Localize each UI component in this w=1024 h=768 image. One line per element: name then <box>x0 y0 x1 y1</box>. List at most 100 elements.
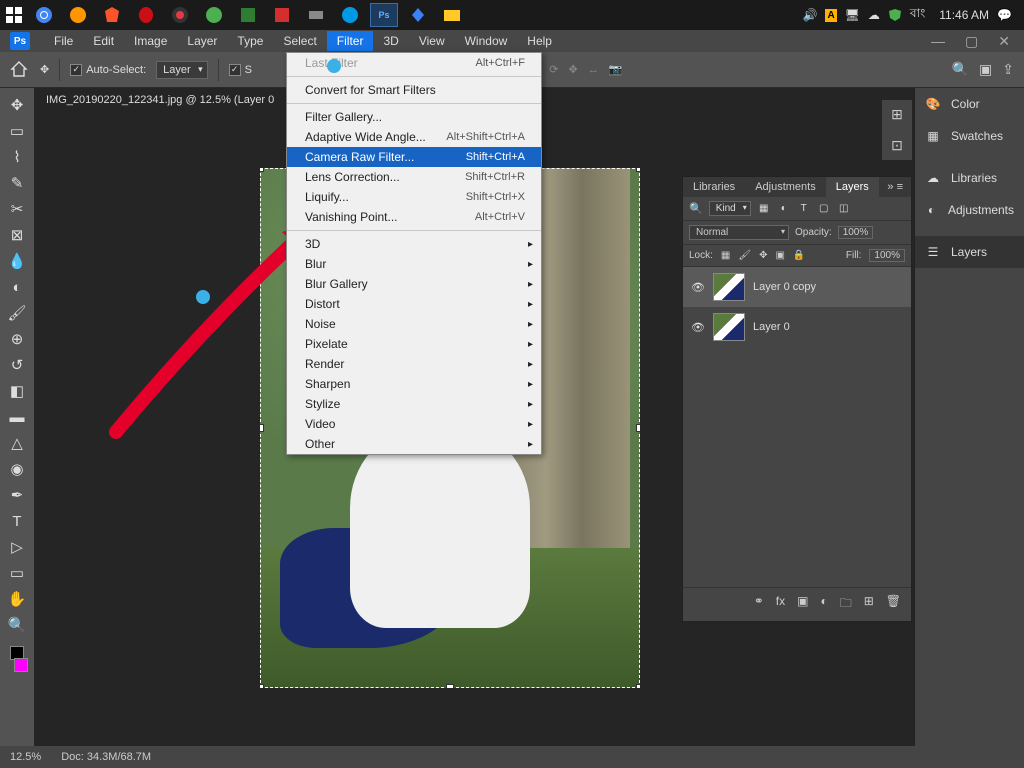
filter-item-video[interactable]: Video <box>287 414 541 434</box>
lock-position-icon[interactable]: ✥ <box>759 250 767 261</box>
link-layers-icon[interactable]: ⚭ <box>754 594 764 615</box>
quick-select-tool-icon[interactable]: ✎ <box>4 172 30 194</box>
layer-select-dropdown[interactable]: Layer <box>156 61 208 79</box>
blur-tool-icon[interactable]: △ <box>4 432 30 454</box>
filter-item-sharpen[interactable]: Sharpen <box>287 374 541 394</box>
filter-item-stylize[interactable]: Stylize <box>287 394 541 414</box>
pen-tool-icon[interactable]: ✒ <box>4 484 30 506</box>
auto-select-checkbox[interactable]: ✓ Auto-Select: <box>70 64 146 76</box>
tray-language[interactable]: বাং <box>910 5 925 25</box>
filter-item-liquify-[interactable]: Liquify...Shift+Ctrl+X <box>287 187 541 207</box>
photoshop-taskbar-icon[interactable]: Ps <box>370 3 398 27</box>
app-icon-6[interactable] <box>404 3 432 27</box>
adjustment-layer-icon[interactable]: ◐ <box>820 594 827 615</box>
filter-item-camera-raw-filter-[interactable]: Camera Raw Filter...Shift+Ctrl+A <box>287 147 541 167</box>
fill-value[interactable]: 100% <box>869 249 905 262</box>
layer-thumbnail[interactable] <box>713 273 745 301</box>
lasso-tool-icon[interactable]: ⌇ <box>4 146 30 168</box>
app-icon-4[interactable] <box>268 3 296 27</box>
opera-icon[interactable] <box>132 3 160 27</box>
layer-row[interactable]: 👁Layer 0 <box>683 307 911 347</box>
start-icon[interactable] <box>4 5 24 25</box>
home-icon[interactable] <box>10 60 30 80</box>
hand-tool-icon[interactable]: ✋ <box>4 588 30 610</box>
app-icon-3[interactable] <box>234 3 262 27</box>
menu-type[interactable]: Type <box>227 31 273 51</box>
path-select-tool-icon[interactable]: ▷ <box>4 536 30 558</box>
panel-menu-icon[interactable]: » ≡ <box>879 177 911 197</box>
delete-layer-icon[interactable]: 🗑 <box>886 594 901 615</box>
blend-mode-dropdown[interactable]: Normal <box>689 225 789 240</box>
filter-smart-icon[interactable]: ◫ <box>837 203 851 214</box>
menu-select[interactable]: Select <box>273 31 326 51</box>
lock-all-icon[interactable]: 🔒 <box>793 250 805 261</box>
filter-pixel-icon[interactable]: ▦ <box>757 203 771 214</box>
doc-size[interactable]: Doc: 34.3M/68.7M <box>61 751 151 763</box>
new-layer-icon[interactable]: ⊞ <box>864 594 874 615</box>
crop-tool-icon[interactable]: ✂ <box>4 198 30 220</box>
firefox-icon[interactable] <box>64 3 92 27</box>
layer-kind-filter[interactable]: Kind <box>709 201 751 216</box>
share-icon[interactable]: ⇪ <box>1002 61 1014 78</box>
eyedropper-tool-icon[interactable]: 💧 <box>4 250 30 272</box>
layer-visibility-icon[interactable]: 👁 <box>691 321 705 334</box>
lock-brush-icon[interactable]: 🖌 <box>738 250 751 261</box>
tray-icon-sync[interactable]: ☁ <box>868 8 880 22</box>
layer-visibility-icon[interactable]: 👁 <box>691 281 705 294</box>
rectangle-tool-icon[interactable]: ▭ <box>4 562 30 584</box>
properties-icon[interactable]: ⊞ <box>891 106 903 123</box>
tray-icon-screen[interactable]: 🖥 <box>845 8 860 22</box>
tray-clock[interactable]: 11:46 AM <box>939 8 989 22</box>
menu-layer[interactable]: Layer <box>177 31 227 51</box>
eraser-tool-icon[interactable]: ◧ <box>4 380 30 402</box>
menu-file[interactable]: File <box>44 31 83 51</box>
move-icon[interactable]: ✥ <box>40 63 49 76</box>
type-tool-icon[interactable]: T <box>4 510 30 532</box>
layers-tab-layers[interactable]: Layers <box>826 177 879 197</box>
filter-item-vanishing-point-[interactable]: Vanishing Point...Alt+Ctrl+V <box>287 207 541 227</box>
filter-item-adaptive-wide-angle-[interactable]: Adaptive Wide Angle...Alt+Shift+Ctrl+A <box>287 127 541 147</box>
panel-tab-libraries[interactable]: ☁Libraries <box>915 162 1024 194</box>
action-center-icon[interactable]: 💬 <box>997 8 1012 22</box>
frame-tool-icon[interactable]: ⊠ <box>4 224 30 246</box>
zoom-tool-icon[interactable]: 🔍 <box>4 614 30 636</box>
search-icon[interactable]: 🔍 <box>952 61 969 78</box>
panel-tab-layers[interactable]: ☰Layers <box>915 236 1024 268</box>
app-icon-5[interactable] <box>302 3 330 27</box>
menu-image[interactable]: Image <box>124 31 177 51</box>
panel-icon[interactable]: ⊡ <box>891 137 903 154</box>
filter-item-filter-gallery-[interactable]: Filter Gallery... <box>287 107 541 127</box>
lock-artboard-icon[interactable]: ▣ <box>775 250 784 261</box>
filter-item-convert-for-smart-filters[interactable]: Convert for Smart Filters <box>287 80 541 100</box>
panel-tab-color[interactable]: 🎨Color <box>915 88 1024 120</box>
background-swatch[interactable] <box>14 658 28 672</box>
filter-item-render[interactable]: Render <box>287 354 541 374</box>
filter-item-pixelate[interactable]: Pixelate <box>287 334 541 354</box>
tray-icon-a[interactable]: A <box>825 9 836 22</box>
menu-view[interactable]: View <box>409 31 455 51</box>
stamp-tool-icon[interactable]: ⊕ <box>4 328 30 350</box>
filter-adjust-icon[interactable]: ◐ <box>777 203 791 214</box>
move-tool-icon[interactable]: ✥ <box>4 94 30 116</box>
3d-camera-icon[interactable]: 📷 <box>609 63 623 76</box>
filter-item-3d[interactable]: 3D <box>287 234 541 254</box>
document-tab[interactable]: IMG_20190220_122341.jpg @ 12.5% (Layer 0 <box>36 88 284 112</box>
explorer-icon[interactable] <box>438 3 466 27</box>
history-brush-tool-icon[interactable]: ↺ <box>4 354 30 376</box>
filter-item-blur-gallery[interactable]: Blur Gallery <box>287 274 541 294</box>
gradient-tool-icon[interactable]: ▬ <box>4 406 30 428</box>
arrange-icon[interactable]: ▣ <box>979 61 992 78</box>
filter-shape-icon[interactable]: ▢ <box>817 203 831 214</box>
app-icon-1[interactable] <box>166 3 194 27</box>
imo-icon[interactable] <box>336 3 364 27</box>
filter-item-other[interactable]: Other <box>287 434 541 454</box>
lock-transparency-icon[interactable]: ▦ <box>721 250 730 261</box>
layers-tab-libraries[interactable]: Libraries <box>683 177 745 197</box>
layers-tab-adjustments[interactable]: Adjustments <box>745 177 826 197</box>
opacity-value[interactable]: 100% <box>838 226 874 239</box>
filter-item-lens-correction-[interactable]: Lens Correction...Shift+Ctrl+R <box>287 167 541 187</box>
layer-thumbnail[interactable] <box>713 313 745 341</box>
zoom-level[interactable]: 12.5% <box>10 751 41 763</box>
dodge-tool-icon[interactable]: ◉ <box>4 458 30 480</box>
3d-pan-icon[interactable]: ✥ <box>569 63 578 76</box>
